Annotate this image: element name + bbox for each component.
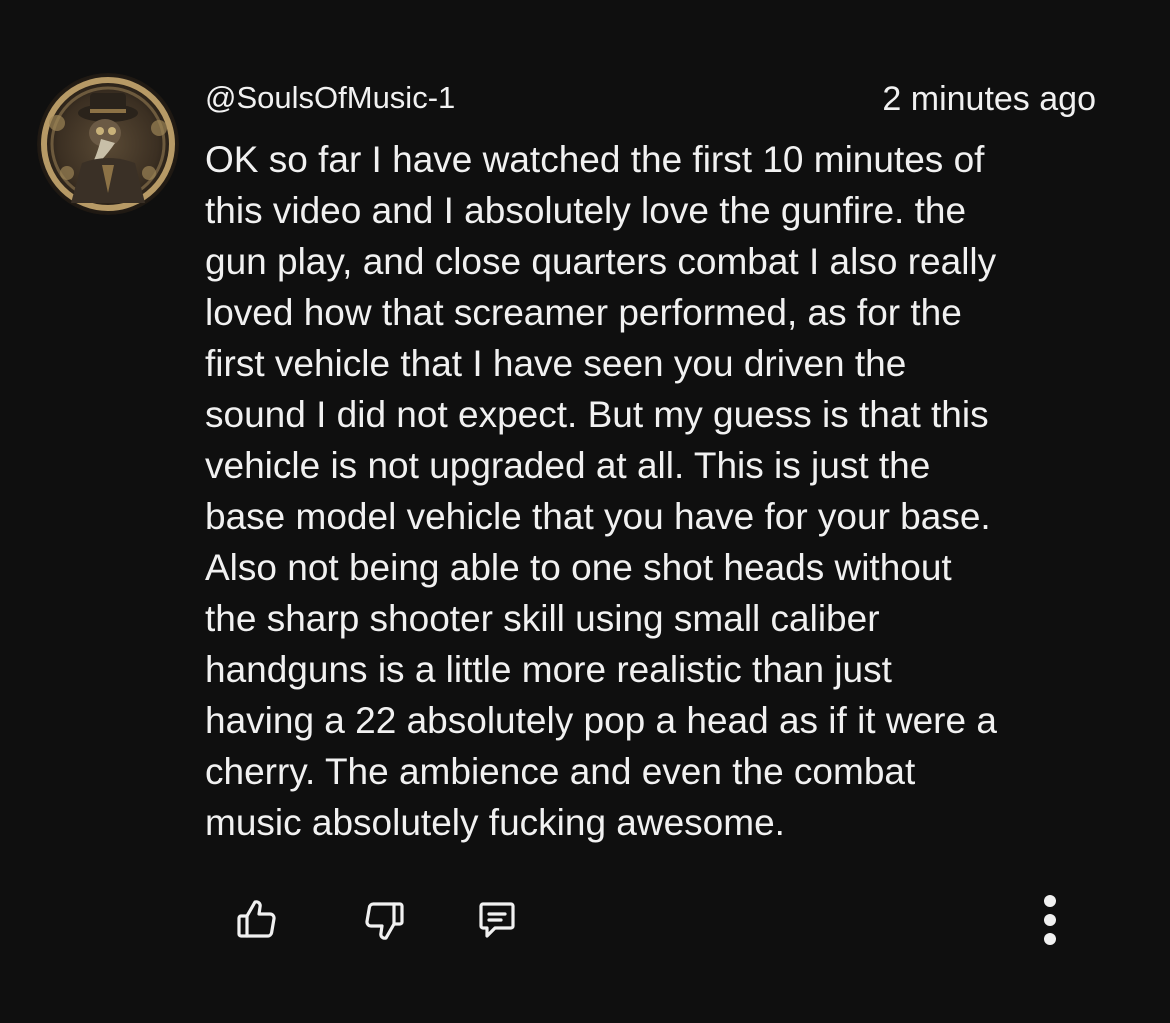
comment-text-line: OK so far I have watched the first 10 mi…	[205, 139, 985, 180]
comment-text-line: music absolutely fucking awesome.	[205, 802, 785, 843]
like-button[interactable]	[217, 880, 297, 960]
comment-text-line: handguns is a little more realistic than…	[205, 649, 892, 690]
comment-text-line: gun play, and close quarters combat I al…	[205, 241, 997, 282]
reply-comment-icon	[479, 902, 515, 938]
comment-text-line: sound I did not expect. But my guess is …	[205, 394, 989, 435]
comment-actions	[0, 880, 1170, 970]
thumbs-up-icon	[237, 900, 276, 938]
reply-button[interactable]	[457, 880, 537, 960]
dislike-button[interactable]	[344, 880, 424, 960]
comment-text-line: vehicle is not upgraded at all. This is …	[205, 445, 931, 486]
more-options-button[interactable]	[1010, 880, 1090, 960]
comment-text-line: cherry. The ambience and even the combat	[205, 751, 916, 792]
comment-text-line: loved how that screamer performed, as fo…	[205, 292, 962, 333]
comment-text-line: base model vehicle that you have for you…	[205, 496, 991, 537]
avatar[interactable]	[37, 73, 179, 215]
comment-text-line: this video and I absolutely love the gun…	[205, 190, 967, 231]
thumbs-down-icon	[365, 902, 404, 940]
plague-doctor-avatar-icon	[37, 73, 179, 215]
comment-text-line: having a 22 absolutely pop a head as if …	[205, 700, 997, 741]
comment-text-line: the sharp shooter skill using small cali…	[205, 598, 880, 639]
comment-text-line: Also not being able to one shot heads wi…	[205, 547, 952, 588]
comment-timestamp[interactable]: 2 minutes ago	[882, 78, 1096, 120]
comment-text: OK so far I have watched the first 10 mi…	[205, 134, 1105, 848]
more-vertical-icon	[1044, 895, 1056, 945]
comment-author[interactable]: @SoulsOfMusic-1	[205, 78, 455, 118]
comment-text-line: first vehicle that I have seen you drive…	[205, 343, 907, 384]
comment-card: @SoulsOfMusic-1 2 minutes ago OK so far …	[0, 0, 1170, 1023]
